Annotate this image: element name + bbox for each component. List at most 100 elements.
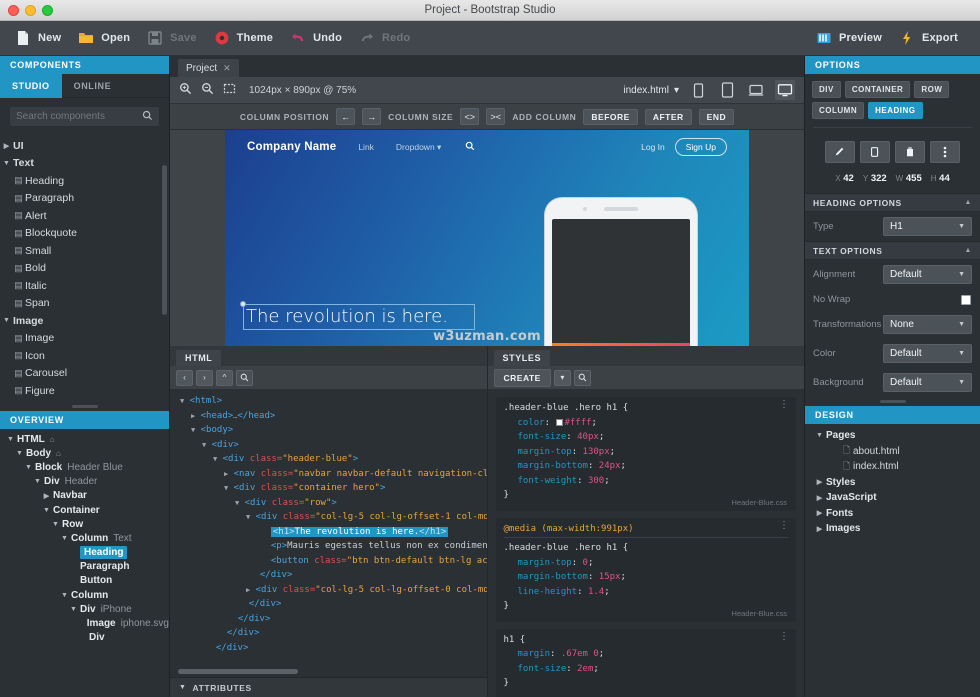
overview-node-paragraph[interactable]: •Paragraph: [0, 560, 169, 574]
add-column-before-button[interactable]: BEFORE: [583, 108, 638, 125]
components-tree[interactable]: ▶ UI ▼ Text ▤ Heading ▤ Paragraph ▤ Alert ▤ Blockqu…: [0, 135, 169, 402]
column-move-left-button[interactable]: ←: [336, 108, 356, 125]
overview-node-button[interactable]: •Button: [0, 574, 169, 588]
html-code-line[interactable]: ▼ <div class="row">: [176, 498, 487, 513]
chevron-down-icon[interactable]: ▼: [67, 606, 80, 613]
css-property[interactable]: margin-bottom: [518, 461, 588, 471]
device-desktop-button[interactable]: [775, 80, 795, 100]
file-select[interactable]: index.html ▾: [623, 85, 679, 96]
html-code-line[interactable]: </div>: [176, 599, 487, 614]
preview-phone-image[interactable]: [545, 198, 697, 346]
create-style-button[interactable]: CREATE: [493, 368, 551, 387]
overview-node-heading[interactable]: •Heading: [0, 546, 169, 560]
overview-node-container[interactable]: ▼ Container: [0, 503, 169, 517]
theme-button[interactable]: Theme: [209, 21, 285, 56]
column-shrink-button[interactable]: ><: [486, 108, 506, 125]
design-node-pages[interactable]: ▼ Pages: [805, 428, 980, 444]
css-property[interactable]: font-size: [518, 664, 567, 674]
component-item-paragraph[interactable]: ▤ Paragraph: [0, 190, 169, 208]
overview-node-column[interactable]: ▼ Column Text: [0, 531, 169, 545]
breadcrumb-chip-row[interactable]: ROW: [914, 81, 950, 98]
chevron-right-icon[interactable]: ▶: [224, 470, 228, 478]
search-components-input[interactable]: [16, 111, 142, 122]
trash-icon[interactable]: [895, 141, 925, 163]
overview-tree[interactable]: ▼ HTML ⌂ ▼ Body ⌂ ▼ Block Header Blue ▼ Div Header ▶…: [0, 429, 169, 697]
background-select[interactable]: Default ▼: [883, 373, 972, 392]
html-code-line[interactable]: ▶ <nav class="navbar navbar-default navi…: [176, 469, 487, 484]
tab-online[interactable]: ONLINE: [62, 74, 124, 98]
html-code-line[interactable]: <button class="btn btn-default btn-lg ac…: [176, 556, 487, 571]
overview-node-div[interactable]: ▼ Div iPhone: [0, 602, 169, 616]
preview-login-link[interactable]: Log In: [641, 142, 665, 152]
add-column-after-button[interactable]: AFTER: [644, 108, 692, 125]
transformations-select[interactable]: None ▼: [883, 315, 972, 334]
create-style-dropdown[interactable]: ▾: [553, 369, 571, 386]
new-button[interactable]: New: [10, 21, 73, 56]
selected-heading-element[interactable]: The revolution is here.: [240, 301, 475, 330]
component-group-ui[interactable]: ▶ UI: [0, 137, 169, 155]
add-column-end-button[interactable]: END: [698, 108, 735, 125]
chevron-down-icon[interactable]: ▼: [4, 436, 17, 443]
component-item-heading[interactable]: ▤ Heading: [0, 172, 169, 190]
attributes-bar[interactable]: ▼ ATTRIBUTES: [170, 677, 487, 697]
html-code-line[interactable]: <p>Mauris egestas tellus non ex condimen…: [176, 541, 487, 556]
chevron-down-icon[interactable]: ▼: [58, 592, 71, 599]
style-rule[interactable]: ⋮ .header-blue .hero h1 {color: #ffff; fon…: [495, 397, 796, 511]
component-item-span[interactable]: ▤ Span: [0, 295, 169, 313]
breadcrumb-chip-column[interactable]: COLUMN: [812, 102, 865, 119]
chevron-down-icon[interactable]: ▼: [213, 455, 217, 463]
html-code-line[interactable]: </div>: [176, 628, 487, 643]
css-value[interactable]: 40px: [577, 432, 599, 442]
component-item-bold[interactable]: ▤ Bold: [0, 260, 169, 278]
breadcrumb-chip-heading[interactable]: HEADING: [868, 102, 923, 119]
css-property[interactable]: font-weight: [518, 476, 578, 486]
design-node-styles[interactable]: ▶ Styles: [805, 475, 980, 491]
heading-options-section[interactable]: HEADING OPTIONS ▲: [805, 193, 980, 212]
chevron-down-icon[interactable]: ▼: [202, 441, 206, 449]
style-rule[interactable]: ⋮ h1 {margin: .67em 0; font-size: 2em;}: [495, 628, 796, 697]
html-code-line[interactable]: <h1>The revolution is here.</h1>: [176, 526, 487, 542]
styles-search-button[interactable]: [573, 369, 591, 386]
element-breadcrumb-chips[interactable]: DIV CONTAINER ROW COLUMN HEADING: [805, 74, 980, 123]
overview-node-image[interactable]: •Image iphone.svg: [0, 616, 169, 630]
component-item-carousel[interactable]: ▤ Carousel: [0, 365, 169, 383]
right-panel-splitter[interactable]: [805, 397, 980, 406]
css-property[interactable]: line-height: [518, 587, 578, 597]
html-code-line[interactable]: ▼ <div>: [176, 440, 487, 455]
html-code-line[interactable]: </div>: [176, 643, 487, 658]
design-node-javascript[interactable]: ▶ JavaScript: [805, 490, 980, 506]
search-icon[interactable]: [142, 110, 153, 124]
component-group-text[interactable]: ▼ Text: [0, 155, 169, 173]
preview-nav-link[interactable]: Link: [358, 142, 374, 152]
nav-back-button[interactable]: ‹: [176, 369, 193, 386]
zoom-in-icon[interactable]: [179, 82, 192, 98]
overview-node-block[interactable]: ▼ Block Header Blue: [0, 460, 169, 474]
panel-splitter[interactable]: [0, 402, 169, 411]
more-vertical-icon[interactable]: ⋮: [779, 631, 789, 641]
undo-button[interactable]: Undo: [285, 21, 354, 56]
css-property[interactable]: margin-top: [518, 558, 572, 568]
preview-brand[interactable]: Company Name: [247, 141, 336, 153]
chevron-right-icon[interactable]: ▶: [813, 478, 826, 486]
css-property[interactable]: margin-bottom: [518, 572, 588, 582]
chevron-up-icon[interactable]: ▲: [964, 247, 972, 254]
preview-signup-button[interactable]: Sign Up: [674, 138, 727, 156]
html-horizontal-scrollbar[interactable]: [178, 669, 298, 674]
edit-pencil-icon[interactable]: [825, 141, 855, 163]
more-vertical-icon[interactable]: [930, 141, 960, 163]
html-code-line[interactable]: </div>: [176, 614, 487, 629]
text-options-section[interactable]: TEXT OPTIONS ▲: [805, 241, 980, 260]
design-node-fonts[interactable]: ▶ Fonts: [805, 506, 980, 522]
chevron-down-icon[interactable]: ▼: [235, 499, 239, 507]
css-property[interactable]: font-size: [518, 432, 567, 442]
chevron-right-icon[interactable]: ▶: [813, 509, 826, 517]
search-components-box[interactable]: [9, 106, 160, 127]
breadcrumb-chip-container[interactable]: CONTAINER: [844, 81, 911, 98]
fit-to-screen-icon[interactable]: [223, 82, 236, 98]
nav-forward-button[interactable]: ›: [196, 369, 213, 386]
html-code-line[interactable]: ▼ <div class="col-lg-5 col-lg-offset-1 c…: [176, 512, 487, 527]
nav-up-button[interactable]: ^: [216, 369, 233, 386]
overview-node-div[interactable]: •Div: [0, 631, 169, 645]
tab-html[interactable]: HTML: [176, 350, 222, 366]
component-item-blockquote[interactable]: ▤ Blockquote: [0, 225, 169, 243]
